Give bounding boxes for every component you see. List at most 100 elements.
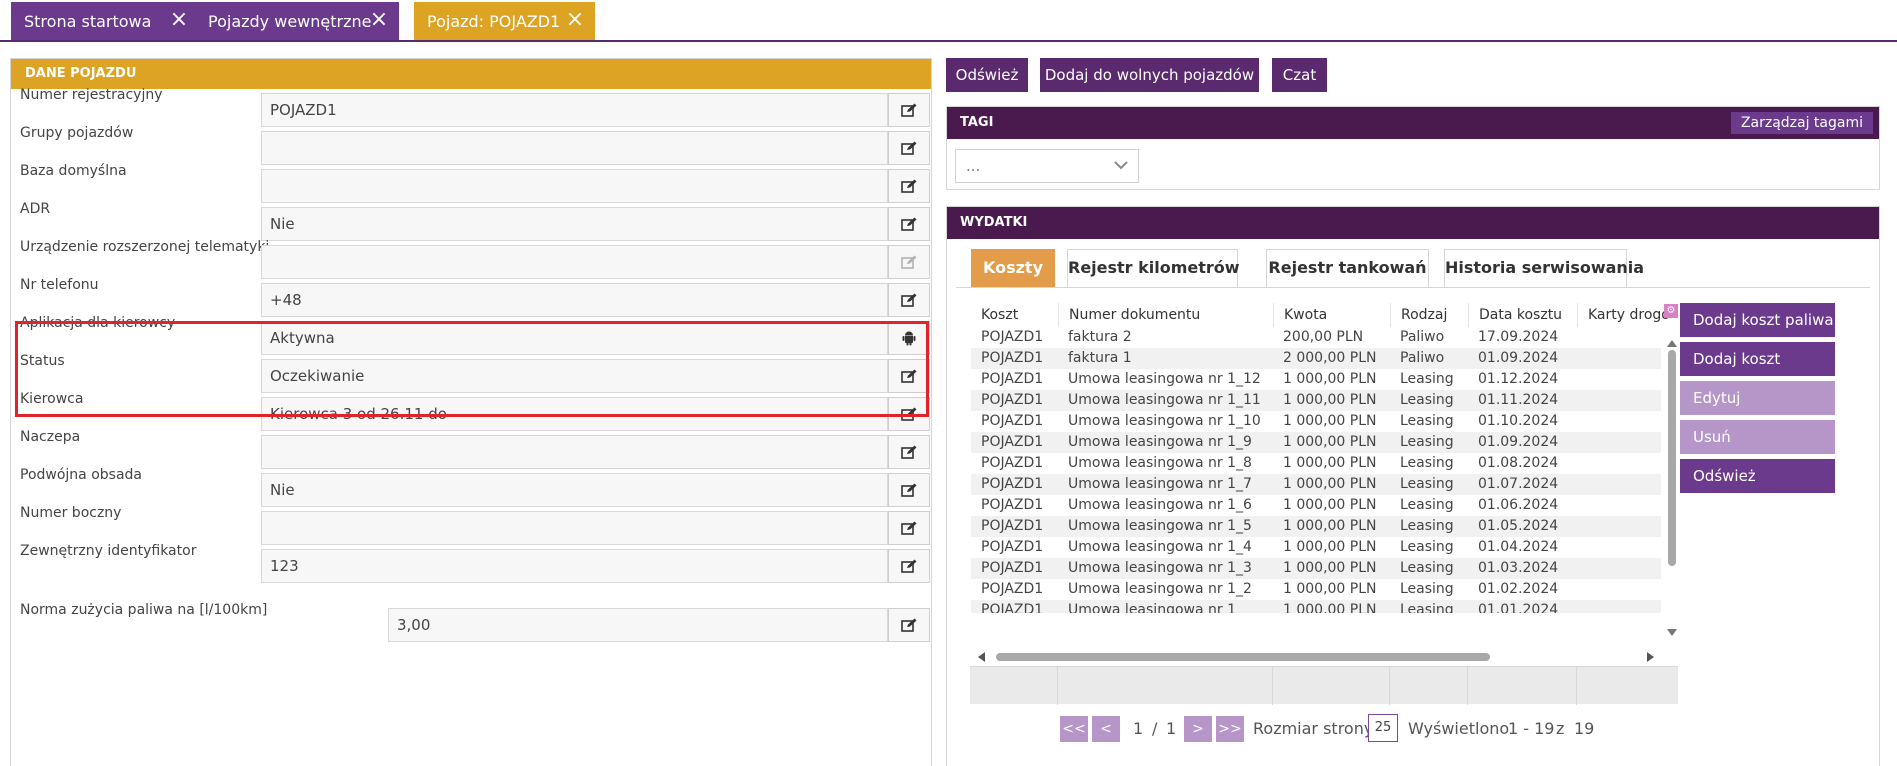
- close-icon[interactable]: ×: [565, 9, 585, 31]
- scroll-right-icon[interactable]: [1646, 651, 1656, 663]
- cost-cell: POJAZD1: [981, 602, 1044, 613]
- column-settings-icon[interactable]: ⚙: [1664, 304, 1678, 318]
- waybill-cell: [1577, 432, 1671, 453]
- last-page-button[interactable]: >>: [1216, 716, 1244, 742]
- tags-select-value: ...: [966, 157, 981, 175]
- scroll-down-icon[interactable]: [1666, 628, 1678, 638]
- page-size-input[interactable]: 25: [1368, 714, 1398, 742]
- cost-cell: POJAZD1: [981, 497, 1044, 513]
- document-number-cell: Umowa leasingowa nr 1_5: [1068, 518, 1252, 534]
- type-cell: Leasing: [1400, 434, 1454, 450]
- first-page-button[interactable]: <<: [1060, 716, 1088, 742]
- footer-divider: [1389, 667, 1390, 705]
- scroll-up-icon[interactable]: [1666, 338, 1678, 348]
- tags-header: TAGI Zarządzaj tagami: [947, 107, 1879, 139]
- cost-date-cell: 01.03.2024: [1478, 560, 1559, 576]
- edit-button[interactable]: [888, 608, 930, 642]
- tab-home[interactable]: Strona startowa ×: [11, 2, 199, 40]
- edit-icon: [901, 618, 917, 632]
- amount-cell: 1 000,00 PLN: [1283, 497, 1377, 513]
- close-icon[interactable]: ×: [369, 9, 389, 31]
- close-icon[interactable]: ×: [169, 9, 189, 31]
- column-header[interactable]: Numer dokumentu: [1058, 303, 1273, 327]
- amount-cell: 1 000,00 PLN: [1283, 581, 1377, 597]
- tab-vehicle-pojazd1[interactable]: Pojazd: POJAZD1 ×: [414, 2, 595, 40]
- type-cell: Leasing: [1400, 497, 1454, 513]
- table-row[interactable]: POJAZD1 Umowa leasingowa nr 1_11 1 000,00 …: [971, 390, 1661, 411]
- add-fuel-cost-button[interactable]: Dodaj koszt paliwa: [1680, 303, 1835, 337]
- document-number-cell: faktura 1: [1068, 350, 1132, 366]
- document-number-cell: Umowa leasingowa nr 1_3: [1068, 560, 1252, 576]
- add-cost-button[interactable]: Dodaj koszt: [1680, 342, 1835, 376]
- document-number-cell: Umowa leasingowa nr 1_11: [1068, 392, 1261, 408]
- tab-costs[interactable]: Koszty: [971, 249, 1055, 287]
- edit-icon: [901, 255, 917, 269]
- field-label: Nr telefonu: [20, 277, 99, 293]
- document-number-cell: Umowa leasingowa nr 1_8: [1068, 455, 1252, 471]
- type-cell: Leasing: [1400, 518, 1454, 534]
- amount-cell: 1 000,00 PLN: [1283, 434, 1377, 450]
- table-row[interactable]: POJAZD1 Umowa leasingowa nr 1_5 1 000,00 P…: [971, 516, 1661, 537]
- column-header[interactable]: Data kosztu: [1468, 303, 1577, 327]
- amount-cell: 1 000,00 PLN: [1283, 455, 1377, 471]
- add-to-free-vehicles-button[interactable]: Dodaj do wolnych pojazdów: [1040, 58, 1259, 92]
- tags-panel: TAGI Zarządzaj tagami ...: [946, 106, 1880, 190]
- edit-button[interactable]: Edytuj: [1680, 381, 1835, 415]
- tags-select[interactable]: ...: [955, 149, 1139, 183]
- table-row[interactable]: POJAZD1 Umowa leasingowa nr 1_12 1 000,00 …: [971, 369, 1661, 390]
- field-value[interactable]: 123: [261, 549, 888, 583]
- scrollbar-thumb[interactable]: [1668, 350, 1676, 566]
- field-label: Baza domyślna: [20, 163, 127, 179]
- column-header[interactable]: Kwota: [1273, 303, 1390, 327]
- tab-refuel-log[interactable]: Rejestr tankowań: [1266, 249, 1429, 287]
- prev-page-button[interactable]: <: [1092, 716, 1120, 742]
- table-row[interactable]: POJAZD1 Umowa leasingowa nr 1_2 1 000,00 P…: [971, 579, 1661, 600]
- table-row[interactable]: POJAZD1 Umowa leasingowa nr 1 1 000,00 PLN…: [971, 600, 1661, 613]
- type-cell: Leasing: [1400, 455, 1454, 471]
- delete-button[interactable]: Usuń: [1680, 420, 1835, 454]
- expenses-header: WYDATKI: [947, 207, 1879, 239]
- table-row[interactable]: POJAZD1 Umowa leasingowa nr 1_9 1 000,00 P…: [971, 432, 1661, 453]
- edit-button[interactable]: [888, 549, 930, 583]
- table-row[interactable]: POJAZD1 Umowa leasingowa nr 1_8 1 000,00 P…: [971, 453, 1661, 474]
- refresh-costs-button[interactable]: Odśwież: [1680, 459, 1835, 493]
- field-row: Zewnętrzny identyfikator 123: [11, 537, 931, 583]
- field-label: Kierowca: [20, 391, 84, 407]
- amount-cell: 2 000,00 PLN: [1283, 350, 1377, 366]
- table-row[interactable]: POJAZD1 Umowa leasingowa nr 1_7 1 000,00 P…: [971, 474, 1661, 495]
- next-page-button[interactable]: >: [1184, 716, 1212, 742]
- cost-date-cell: 01.07.2024: [1478, 476, 1559, 492]
- refresh-button[interactable]: Odśwież: [946, 58, 1028, 92]
- tab-service-history[interactable]: Historia serwisowania: [1444, 249, 1644, 287]
- grid-footer: [970, 666, 1678, 705]
- tab-internal-vehicles[interactable]: Pojazdy wewnętrzne ×: [195, 2, 399, 40]
- column-header[interactable]: Karty drogowe: [1577, 303, 1671, 327]
- tab-mileage-log[interactable]: Rejestr kilometrów: [1067, 249, 1240, 287]
- table-row[interactable]: POJAZD1 Umowa leasingowa nr 1_6 1 000,00 P…: [971, 495, 1661, 516]
- column-header[interactable]: Koszt: [971, 303, 1058, 327]
- field-value[interactable]: 3,00: [388, 608, 888, 642]
- table-row[interactable]: POJAZD1 faktura 2 200,00 PLN Paliwo 17.09.20…: [971, 327, 1661, 348]
- type-cell: Paliwo: [1400, 329, 1445, 345]
- table-row[interactable]: POJAZD1 Umowa leasingowa nr 1_10 1 000,00 …: [971, 411, 1661, 432]
- waybill-cell: [1577, 390, 1671, 411]
- vertical-scrollbar[interactable]: [1666, 338, 1678, 638]
- waybill-cell: [1577, 369, 1671, 390]
- total-pages: 1: [1166, 719, 1177, 738]
- table-row[interactable]: POJAZD1 Umowa leasingowa nr 1_3 1 000,00 P…: [971, 558, 1661, 579]
- chat-button[interactable]: Czat: [1272, 58, 1327, 92]
- field-label: Naczepa: [20, 429, 81, 445]
- horizontal-scrollbar[interactable]: [976, 650, 1676, 664]
- waybill-cell: [1577, 327, 1671, 348]
- shown-label: Wyświetlono: [1408, 719, 1510, 738]
- table-row[interactable]: POJAZD1 Umowa leasingowa nr 1_4 1 000,00 P…: [971, 537, 1661, 558]
- amount-cell: 1 000,00 PLN: [1283, 392, 1377, 408]
- manage-tags-button[interactable]: Zarządzaj tagami: [1730, 112, 1873, 134]
- table-row[interactable]: POJAZD1 faktura 1 2 000,00 PLN Paliwo 01.09.…: [971, 348, 1661, 369]
- scroll-left-icon[interactable]: [976, 651, 986, 663]
- field-label: Urządzenie rozszerzonej telematyki: [20, 239, 270, 255]
- scrollbar-thumb[interactable]: [996, 653, 1490, 661]
- column-header[interactable]: Rodzaj: [1390, 303, 1468, 327]
- vehicle-data-panel: DANE POJAZDU Numer rejestracyjny POJAZD1 G…: [10, 58, 932, 766]
- cost-date-cell: 01.02.2024: [1478, 581, 1559, 597]
